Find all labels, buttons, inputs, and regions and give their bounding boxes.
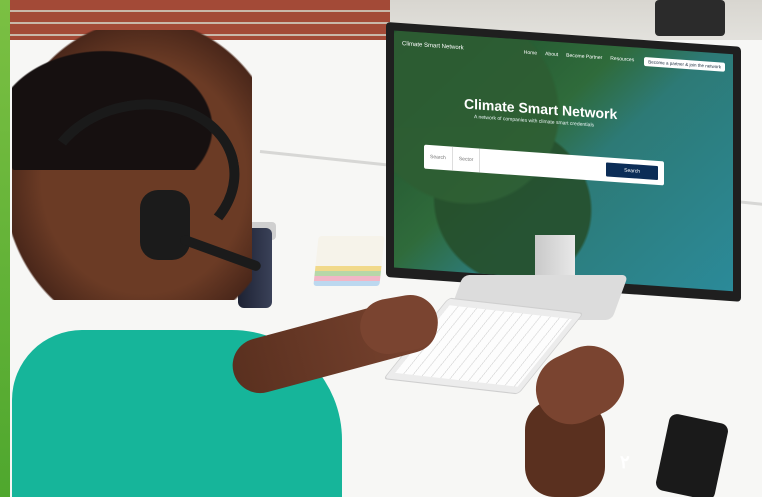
search-button[interactable]: Search — [606, 162, 658, 181]
sticky-notes — [313, 236, 385, 286]
sector-select[interactable]: Sector — [452, 146, 481, 173]
search-input[interactable]: Search — [424, 144, 453, 171]
background-chair — [655, 0, 725, 36]
nav-link[interactable]: About — [545, 51, 558, 58]
website-logo[interactable]: Climate Smart Network — [402, 41, 464, 51]
page-number: ٢ — [620, 452, 630, 472]
nav-link[interactable]: Home — [524, 50, 537, 57]
nav-link[interactable]: Become Partner — [566, 53, 602, 62]
headset-earcup — [140, 190, 190, 260]
nav-link[interactable]: Resources — [610, 56, 634, 64]
office-scene: Climate Smart Network Home About Become … — [0, 0, 762, 497]
accent-strip — [0, 0, 10, 497]
